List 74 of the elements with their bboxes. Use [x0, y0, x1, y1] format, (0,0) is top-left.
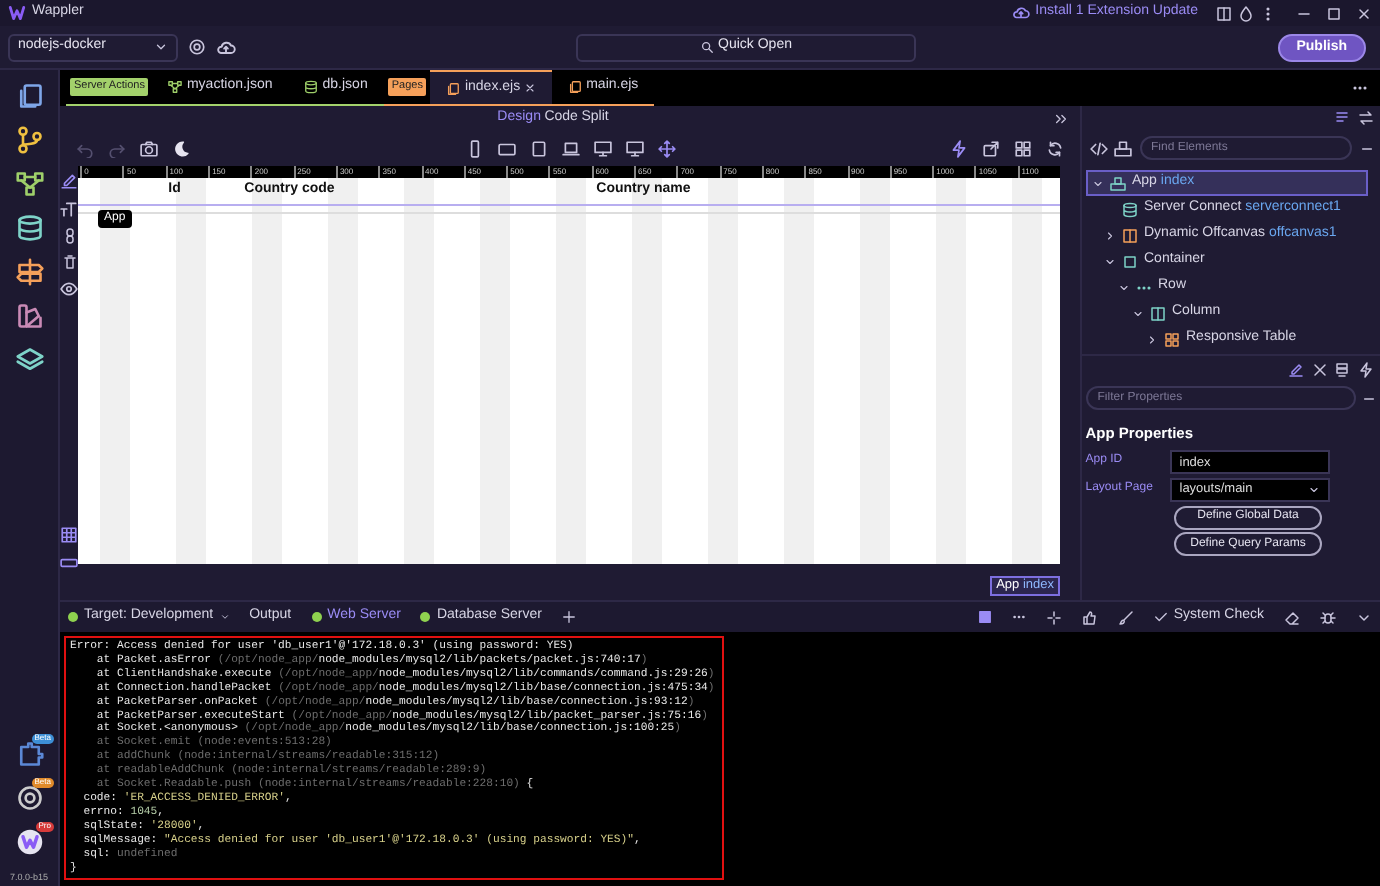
- server-connect-icon: [1122, 201, 1138, 217]
- moon-icon[interactable]: [172, 139, 190, 157]
- desktop-icon[interactable]: [593, 139, 611, 157]
- table-icon: [1164, 331, 1180, 347]
- camera-icon[interactable]: [140, 139, 158, 157]
- chevron-down-icon: [1307, 483, 1320, 496]
- link-icon[interactable]: [61, 228, 78, 244]
- drop-icon[interactable]: [1238, 5, 1254, 21]
- puzzle-icon[interactable]: [15, 739, 43, 768]
- more-icon[interactable]: [1011, 610, 1026, 624]
- refresh-icon[interactable]: [1046, 139, 1064, 157]
- grid-icon[interactable]: [60, 526, 79, 544]
- bolt-icon[interactable]: [1357, 361, 1373, 377]
- chevron-down-icon[interactable]: [1104, 255, 1116, 267]
- bolt-icon[interactable]: [950, 139, 968, 157]
- add-icon[interactable]: [561, 610, 576, 624]
- container-icon: [1122, 253, 1138, 269]
- thumbs-up-icon[interactable]: [1081, 609, 1098, 625]
- phone-icon[interactable]: [465, 139, 483, 157]
- settings-icon[interactable]: [15, 783, 43, 812]
- stack-icon[interactable]: [1334, 361, 1350, 377]
- database-icon: [304, 80, 319, 94]
- edit-icon[interactable]: [1288, 361, 1304, 377]
- list-icon[interactable]: [1334, 110, 1350, 126]
- stop-icon[interactable]: [977, 610, 992, 624]
- chevron-right-icon[interactable]: [1104, 229, 1116, 241]
- chevron-right-icon[interactable]: [1146, 333, 1158, 345]
- cloud-download-icon[interactable]: [1011, 4, 1030, 22]
- database-icon[interactable]: [15, 214, 43, 242]
- chevron-down-icon: [154, 40, 168, 54]
- page-icon: [446, 81, 461, 95]
- logo-icon: [8, 4, 26, 22]
- expand-icon[interactable]: [1054, 111, 1068, 125]
- pages-icon[interactable]: [15, 82, 43, 110]
- move-icon[interactable]: [657, 139, 675, 157]
- edit-icon[interactable]: [60, 172, 79, 190]
- maximize-icon[interactable]: [1326, 5, 1342, 21]
- logo-icon[interactable]: [15, 827, 43, 856]
- check-icon: [1153, 609, 1168, 624]
- chevron-down-icon[interactable]: [1356, 609, 1372, 625]
- frame-icon[interactable]: [60, 554, 79, 572]
- close-icon[interactable]: [524, 82, 537, 94]
- settings-icon[interactable]: [188, 38, 206, 56]
- trash-icon[interactable]: [61, 254, 78, 270]
- flow-icon[interactable]: [15, 170, 43, 198]
- eye-icon[interactable]: [60, 280, 79, 298]
- brush-icon[interactable]: [1117, 609, 1134, 625]
- component-icon[interactable]: [1114, 139, 1132, 157]
- panel-icon[interactable]: [1216, 5, 1232, 21]
- signpost-icon[interactable]: [15, 258, 43, 286]
- caret-icon: [219, 611, 230, 622]
- branch-icon[interactable]: [15, 126, 43, 154]
- chevron-down-icon[interactable]: [1092, 177, 1104, 189]
- flow-icon: [168, 80, 183, 94]
- monitor-icon[interactable]: [625, 139, 643, 157]
- close-icon[interactable]: [1356, 5, 1372, 21]
- offcanvas-icon: [1122, 227, 1138, 243]
- bug-icon[interactable]: [1320, 609, 1336, 625]
- laptop-icon[interactable]: [561, 139, 579, 157]
- cloud-upload-icon[interactable]: [216, 37, 236, 57]
- column-icon: [1150, 305, 1166, 321]
- text-icon[interactable]: [60, 200, 79, 218]
- code-icon[interactable]: [1089, 139, 1107, 157]
- chevron-down-icon[interactable]: [1118, 281, 1130, 293]
- search-icon: [700, 40, 715, 54]
- grid-icon[interactable]: [1014, 139, 1032, 157]
- swap-icon[interactable]: [1357, 110, 1373, 126]
- palette-icon[interactable]: [15, 302, 43, 330]
- eraser-icon[interactable]: [1284, 609, 1300, 625]
- page-icon: [568, 80, 583, 94]
- app-icon: [1110, 175, 1126, 191]
- chevron-down-icon[interactable]: [1132, 307, 1144, 319]
- layers-icon[interactable]: [15, 346, 43, 374]
- share-icon[interactable]: [982, 139, 1000, 157]
